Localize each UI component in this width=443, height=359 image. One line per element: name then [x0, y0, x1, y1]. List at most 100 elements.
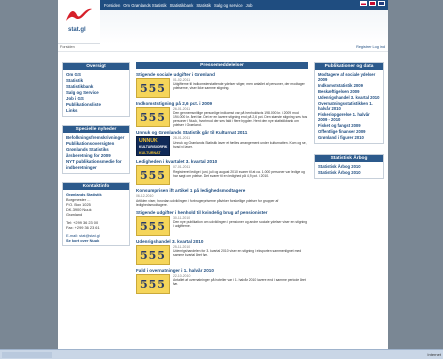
news-title-link[interactable]: Stigende udgifter i henhold til kvindeli…: [136, 210, 308, 215]
press-releases-column: Pressemeddelelser Stigende sociale udgif…: [136, 62, 308, 349]
publication-link[interactable]: Modtagere af sociale ydelser 2009: [318, 72, 380, 82]
greenland-flag-icon[interactable]: [360, 1, 367, 6]
news-summary: Artiklen viser, hvordan udviklingen i fo…: [136, 198, 279, 207]
overview-title: Oversigt: [63, 63, 129, 70]
top-navigation: Forsiden Om Grønlands Statistik Statisti…: [100, 0, 388, 10]
breadcrumb[interactable]: Forsiden: [60, 45, 75, 49]
news-title-link[interactable]: Unnuk og Grønlands Statistik går til Kul…: [136, 130, 308, 135]
news-text: 22-10-2010 Antallet af overnatninger på h…: [173, 274, 308, 294]
topnav-item-statistik[interactable]: Statistik: [196, 3, 211, 8]
news-summary: Udgifterne til indkomsterstattende ydels…: [173, 82, 305, 91]
news-item: Udenrigshandel 3. kvartal 2010 555 25-11-2…: [136, 239, 308, 265]
news-thumbnail[interactable]: 555: [136, 244, 170, 265]
news-body: 555 01-02-2011 Udgifterne til indkomsterst…: [136, 78, 308, 98]
news-body: 555 22-10-2010 Antallet af overnatninger p…: [136, 273, 308, 294]
news-body: 555 07-01-2011 Registreret ledige i juni, …: [136, 165, 308, 186]
special-news-title: Specielle nyheder: [63, 126, 129, 133]
news-item: Konsumprisen ift artikel 1 på ledighedsm…: [136, 188, 308, 206]
special-news-box: Specielle nyheder Befolkningsfremskrivni…: [62, 125, 130, 174]
news-body: UNNUK KULTURISIORFIK KULTURNAT 28-01-2011 Un…: [136, 136, 308, 157]
publication-link[interactable]: Offentlige finanser 2009: [318, 129, 380, 134]
news-text: 25-11-2010 Udenrigshandelen for 3. kvarta…: [173, 245, 308, 265]
news-text: 26-01-2011 Den gennemsnitlige personlige …: [173, 107, 308, 127]
publication-link[interactable]: Fisket og fangst 2009: [318, 123, 380, 128]
news-body: 06-12-2010 Artiklen viser, hvordan udvikl…: [136, 194, 308, 206]
kulturnat-thumbnail[interactable]: UNNUK KULTURISIORFIK KULTURNAT: [136, 136, 170, 157]
topnav-item-salg[interactable]: Salg og service: [214, 3, 243, 8]
contact-title: Kontaktinfo: [63, 183, 129, 190]
publications-list: Modtagere af sociale ydelser 2009 Indkoms…: [315, 70, 383, 143]
yearbook-link[interactable]: Statistisk Årbog 2010: [318, 164, 380, 169]
status-bar: Internet: [0, 349, 443, 359]
status-progress: [2, 352, 52, 358]
thumbnail-tag: KULTURNAT: [139, 151, 161, 156]
status-zone: Internet: [427, 352, 441, 357]
language-flags: [360, 1, 385, 6]
left-sidebar: Oversigt Om GS Statistik Statistikbank S…: [62, 62, 130, 254]
news-item: Stigende udgifter i henhold til kvindeli…: [136, 210, 308, 236]
news-title-link[interactable]: Konsumprisen ift artikel 1 på ledighedsm…: [136, 188, 308, 193]
news-body: 555 26-01-2011 Den gennemsnitlige personli…: [136, 107, 308, 127]
news-text: 01-02-2011 Udgifterne til indkomsterstatt…: [173, 78, 308, 98]
news-title-link[interactable]: Stigende sociale udgifter i Grønland: [136, 72, 308, 77]
news-text: 06-12-2010 Artiklen viser, hvordan udvikl…: [136, 194, 308, 206]
right-sidebar: Publikationer og data Modtagere af socia…: [314, 62, 384, 189]
thumbnail-number: 555: [140, 248, 166, 262]
map-link[interactable]: Se kort over Nuuk: [66, 238, 126, 243]
publications-title: Publikationer og data: [315, 63, 383, 70]
special-item-4[interactable]: NYT publikationsmedie for indberetninger: [66, 159, 126, 171]
topnav-item-forsiden[interactable]: Forsiden: [104, 3, 120, 8]
news-thumbnail[interactable]: 555: [136, 273, 170, 294]
publication-link[interactable]: Indkomststatistik 2009: [318, 83, 380, 88]
news-body: 555 30-11-2010 Den nye publikation om udvi…: [136, 215, 308, 236]
yearbook-link[interactable]: Statistisk Årbog 2010: [318, 170, 380, 175]
news-title-link[interactable]: Udenrigshandel 3. kvartal 2010: [136, 239, 308, 244]
publication-link[interactable]: Overnatningsstatistikken 1. halvår 2010: [318, 101, 380, 111]
press-releases-title: Pressemeddelelser: [136, 62, 308, 69]
news-thumbnail[interactable]: 555: [136, 78, 170, 98]
publication-link[interactable]: Fiskeriopgørelse 1. halvår 2009 - 2010: [318, 112, 380, 122]
stat-gl-logo-icon: [66, 8, 92, 21]
news-thumbnail[interactable]: 555: [136, 165, 170, 186]
topnav-item-job[interactable]: Job: [246, 3, 253, 8]
topnav-item-statistikbank[interactable]: Statistikbank: [170, 3, 194, 8]
login-links[interactable]: Registrer Log ind: [356, 45, 385, 49]
special-item-3[interactable]: Grønlands Statistiks årsberetning for 20…: [66, 147, 126, 159]
news-summary: Den nye publikation om udviklingen i pen…: [173, 219, 308, 228]
news-summary: Den gennemsnitlige personlige indkomst v…: [173, 111, 308, 128]
yearbook-list: Statistisk Årbog 2010 Statistisk Årbog 20…: [315, 162, 383, 178]
news-body: 555 25-11-2010 Udenrigshandelen for 3. kva…: [136, 244, 308, 265]
news-item: Stigende sociale udgifter i Grønland 555 0…: [136, 72, 308, 98]
topnav-item-om-gs[interactable]: Om Grønlands Statistik: [123, 3, 166, 8]
thumbnail-number: 555: [140, 111, 166, 124]
site-logo[interactable]: stat.gl: [64, 3, 102, 39]
news-thumbnail[interactable]: 555: [136, 215, 170, 236]
header-banner: [100, 10, 388, 44]
news-title-link[interactable]: Fald i overnatninger i 1. halvår 2010: [136, 268, 308, 273]
logo-text: stat.gl: [68, 27, 86, 33]
news-title-link[interactable]: Ledigheden i kvartalet 3. kvartal 2010: [136, 159, 308, 164]
news-title-link[interactable]: Indkomststigning på 2,6 pct. i 2009: [136, 101, 308, 106]
publication-link[interactable]: Beskæftigelsen 2009: [318, 89, 380, 94]
publications-box: Publikationer og data Modtagere af socia…: [314, 62, 384, 144]
thumbnail-logo: UNNUK: [139, 138, 158, 145]
news-item: Unnuk og Grønlands Statistik går til Kul…: [136, 130, 308, 157]
news-thumbnail[interactable]: 555: [136, 107, 170, 127]
news-list: Stigende sociale udgifter i Grønland 555 0…: [136, 72, 308, 294]
sidebar-item-links[interactable]: Links: [66, 108, 126, 114]
news-summary: Udenrigshandelen for 3. kvartal 2010 vis…: [173, 248, 302, 257]
browser-viewport: stat.gl Forsiden Om Grønlands Statistik …: [0, 0, 443, 359]
overview-box: Oversigt Om GS Statistik Statistikbank S…: [62, 62, 130, 117]
news-summary: Antallet af overnatninger på hoteller va…: [173, 277, 306, 286]
news-item: Fald i overnatninger i 1. halvår 2010 555…: [136, 268, 308, 294]
thumbnail-number: 555: [140, 169, 166, 183]
yearbook-title: Statistisk Årbog: [315, 155, 383, 162]
contact-box: Kontaktinfo Grønlands Statistik Borgmest…: [62, 182, 130, 246]
publication-link[interactable]: Grønland i figurer 2010: [318, 135, 380, 140]
denmark-flag-icon[interactable]: [369, 1, 376, 6]
yearbook-box: Statistisk Årbog Statistisk Årbog 2010 St…: [314, 154, 384, 179]
thumbnail-number: 555: [140, 82, 166, 95]
publication-link[interactable]: Udenrigshandel 3. kvartal 2010: [318, 95, 380, 100]
uk-flag-icon[interactable]: [378, 1, 385, 6]
news-item: Indkomststigning på 2,6 pct. i 2009 555 26…: [136, 101, 308, 127]
